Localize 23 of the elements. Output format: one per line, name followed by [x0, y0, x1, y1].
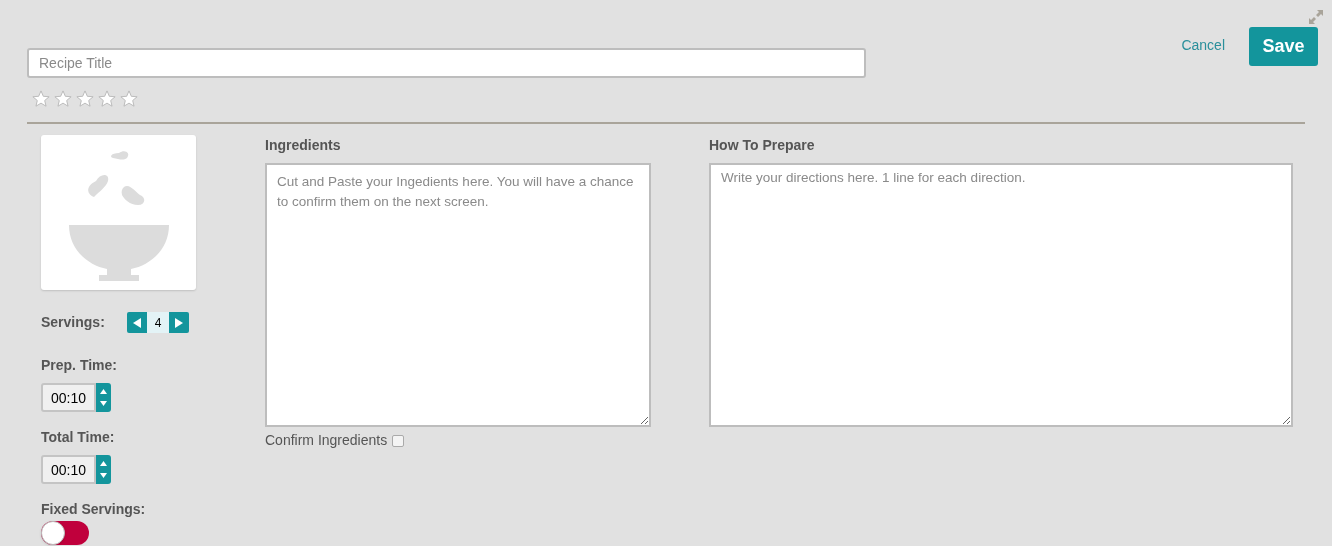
confirm-ingredients-checkbox[interactable]	[392, 434, 405, 447]
how-to-prepare-label: How To Prepare	[709, 136, 816, 155]
spinner-arrows[interactable]	[96, 383, 111, 412]
fixed-servings-toggle[interactable]	[41, 521, 89, 545]
left-triangle-icon	[133, 317, 141, 328]
servings-label: Servings:	[41, 313, 106, 332]
prep-time-label: Prep. Time:	[41, 356, 118, 375]
decrease-button[interactable]	[127, 312, 147, 333]
total-time-field[interactable]: 00:10	[41, 455, 96, 484]
directions-field[interactable]: Write your directions here. 1 line for each direction.	[709, 163, 1293, 427]
prep-time-field[interactable]: 00:10	[41, 383, 96, 412]
save-button[interactable]: Save	[1249, 27, 1318, 66]
servings-value: 4	[147, 312, 169, 333]
confirm-ingredients-label: Confirm Ingredients	[265, 431, 388, 450]
ingredients-field[interactable]: Cut and Paste your Ingedients here. You will have a chance to confirm them on the next screen.	[265, 163, 651, 427]
spinner-arrows[interactable]	[96, 455, 111, 484]
right-triangle-icon	[175, 317, 183, 328]
increase-button[interactable]	[169, 312, 189, 333]
recipe-title-field[interactable]: Recipe Title	[27, 48, 866, 78]
ingredients-label: Ingredients	[265, 136, 342, 155]
total-time-label: Total Time:	[41, 428, 116, 447]
fixed-servings-label: Fixed Servings:	[41, 500, 147, 519]
expand-icon[interactable]	[1308, 9, 1324, 25]
